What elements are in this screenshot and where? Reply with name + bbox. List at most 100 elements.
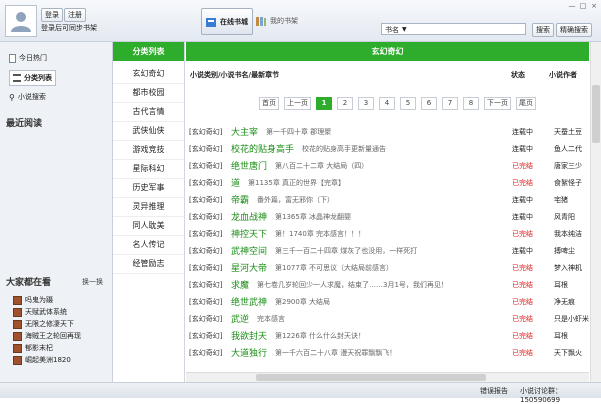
prev-page-button[interactable]: 上一页	[284, 97, 311, 110]
search-type-select[interactable]: 书名 ▼	[381, 23, 526, 35]
row-status: 已完结	[512, 349, 533, 357]
list-item[interactable]: 崛起美洲1820	[13, 354, 81, 366]
row-title[interactable]: 星河大帝	[231, 261, 267, 274]
tab-my-shelf[interactable]: 我的书架	[255, 8, 298, 33]
row-category: [玄幻奇幻]	[189, 264, 223, 272]
page-button[interactable]: 5	[400, 97, 416, 110]
table-row[interactable]: [玄幻奇幻] 大道独行 第一千六百二十八章 漫天祝罪飘飘飞！ 已完结 天下飘火	[186, 344, 589, 361]
row-chapter[interactable]: 第一千六百二十八章 漫天祝罪飘飘飞！	[275, 348, 396, 358]
page-button[interactable]: 7	[442, 97, 458, 110]
row-chapter[interactable]: 完本感言	[257, 314, 285, 324]
list-item[interactable]: 天赋武体系统	[13, 306, 81, 318]
page-button[interactable]: 4	[379, 97, 395, 110]
row-title[interactable]: 大道独行	[231, 346, 267, 359]
row-title[interactable]: 神控天下	[231, 227, 267, 240]
chevron-down-icon: ▼	[402, 26, 407, 33]
maximize-icon[interactable]: □	[578, 2, 588, 11]
row-chapter[interactable]: 第1077章 不可思议（大结局前感言）	[275, 263, 393, 273]
error-report-link[interactable]: 错误报告	[480, 386, 508, 396]
row-chapter[interactable]: 校花的贴身高手更新量通告	[302, 144, 386, 154]
category-item[interactable]: 玄幻奇幻	[113, 64, 184, 84]
row-title[interactable]: 武逆	[231, 312, 249, 325]
row-title[interactable]: 我欲封天	[231, 329, 267, 342]
list-item[interactable]: 吗鬼为蹑	[13, 294, 81, 306]
sidebar-item-hot[interactable]: 今日热门	[9, 51, 47, 65]
category-item[interactable]: 星际科幻	[113, 159, 184, 179]
row-title[interactable]: 武神空间	[231, 244, 267, 257]
category-item[interactable]: 经管励志	[113, 254, 184, 274]
table-row[interactable]: [玄幻奇幻] 绝世武神 第2900章 大结局 已完结 净无痕	[186, 293, 589, 310]
page-button[interactable]: 2	[337, 97, 353, 110]
table-row[interactable]: [玄幻奇幻] 星河大帝 第1077章 不可思议（大结局前感言） 已完结 梦入神机	[186, 259, 589, 276]
row-title[interactable]: 绝世唐门	[231, 159, 267, 172]
list-item[interactable]: 海贼王之轮回再现	[13, 330, 81, 342]
category-item[interactable]: 同人耽美	[113, 216, 184, 236]
row-chapter[interactable]: 第1135章 真正的世界【完章】	[248, 178, 345, 188]
tab-online-store[interactable]: 在线书城	[201, 8, 253, 35]
category-item[interactable]: 历史军事	[113, 178, 184, 198]
row-category: [玄幻奇幻]	[189, 298, 223, 306]
horizontal-scrollbar[interactable]	[186, 372, 589, 382]
row-status: 连载中	[512, 247, 533, 255]
sidebar-item-search[interactable]: ⚲ 小说搜索	[9, 90, 46, 104]
table-row[interactable]: [玄幻奇幻] 武神空间 第三千一百二十四章 煤灰了也没用，一样死打 连载中 搏啤尘	[186, 242, 589, 259]
table-row[interactable]: [玄幻奇幻] 校花的贴身高手 校花的贴身高手更新量通告 连载中 鱼人二代	[186, 140, 589, 157]
table-row[interactable]: [玄幻奇幻] 帝霸 番外篇，富无邪你（下） 连载中 宅猪	[186, 191, 589, 208]
row-author: 唐家三少	[554, 162, 582, 170]
list-item[interactable]: 郁影末杞	[13, 342, 81, 354]
user-avatar[interactable]	[5, 5, 37, 37]
row-title[interactable]: 帝霸	[231, 193, 249, 206]
row-chapter[interactable]: 第1365章 冰晶神龙翻婴	[275, 212, 351, 222]
table-row[interactable]: [玄幻奇幻] 求魔 第七卷几岁轮回少一人求魔，结束了……3月1号，我们再见！ 已完结 耳…	[186, 276, 589, 293]
row-chapter[interactable]: 第七卷几岁轮回少一人求魔，结束了……3月1号，我们再见！	[257, 280, 448, 290]
category-item[interactable]: 武侠仙侠	[113, 121, 184, 141]
next-page-button[interactable]: 下一页	[484, 97, 511, 110]
login-button[interactable]: 登录	[41, 8, 63, 22]
row-title[interactable]: 校花的贴身高手	[231, 142, 294, 155]
scroll-thumb[interactable]	[256, 374, 486, 381]
table-row[interactable]: [玄幻奇幻] 我欲封天 第1226章 什么什么封天诀！ 已完结 耳根	[186, 327, 589, 344]
list-item[interactable]: 无限之修凄天下	[13, 318, 81, 330]
table-row[interactable]: [玄幻奇幻] 武逆 完本感言 已完结 只是小虾米	[186, 310, 589, 327]
category-item[interactable]: 游戏竞技	[113, 140, 184, 160]
minimize-icon[interactable]: —	[567, 2, 577, 11]
category-item[interactable]: 名人传记	[113, 235, 184, 255]
category-item[interactable]: 都市校园	[113, 83, 184, 103]
sidebar-item-categories[interactable]: 分类列表	[9, 70, 56, 86]
row-title[interactable]: 求魔	[231, 278, 249, 291]
table-row[interactable]: [玄幻奇幻] 道第1135章 真正的世界【完章】 已完结 食絮怪子	[186, 174, 589, 191]
row-title[interactable]: 道	[231, 176, 240, 189]
close-icon[interactable]: ×	[589, 2, 599, 11]
row-title[interactable]: 绝世武神	[231, 295, 267, 308]
table-row[interactable]: [玄幻奇幻] 神控天下 第！1740章 完本感言！！！ 已完结 我本纯洁	[186, 225, 589, 242]
page-button[interactable]: 8	[463, 97, 479, 110]
row-chapter[interactable]: 第！1740章 完本感言！！！	[275, 229, 365, 239]
sidebar-item-search-label: 小说搜索	[17, 93, 46, 101]
register-button[interactable]: 注册	[64, 8, 86, 22]
column-header-status: 状态	[511, 71, 525, 79]
search-button[interactable]: 搜索	[532, 23, 554, 37]
row-chapter[interactable]: 番外篇，富无邪你（下）	[257, 195, 334, 205]
row-chapter[interactable]: 第一千四十章 郡理聚	[266, 127, 331, 137]
precise-search-button[interactable]: 精确搜索	[556, 23, 592, 37]
page-button[interactable]: 6	[421, 97, 437, 110]
refresh-button[interactable]: 换一换	[82, 277, 103, 287]
row-chapter[interactable]: 第2900章 大结局	[275, 297, 330, 307]
row-chapter[interactable]: 第三千一百二十四章 煤灰了也没用，一样死打	[275, 246, 417, 256]
row-chapter[interactable]: 第八百二十二章 大结局（四）	[275, 161, 368, 171]
row-category: [玄幻奇幻]	[189, 332, 223, 340]
table-row[interactable]: [玄幻奇幻] 龙血战神 第1365章 冰晶神龙翻婴 连载中 风青阳	[186, 208, 589, 225]
scroll-thumb[interactable]	[592, 85, 600, 143]
last-page-button[interactable]: 尾页	[516, 97, 536, 110]
vertical-scrollbar[interactable]	[590, 42, 601, 382]
table-row[interactable]: [玄幻奇幻] 大主宰 第一千四十章 郡理聚 连载中 天蚕土豆	[186, 123, 589, 140]
category-item[interactable]: 古代言情	[113, 102, 184, 122]
first-page-button[interactable]: 首页	[259, 97, 279, 110]
row-chapter[interactable]: 第1226章 什么什么封天诀！	[275, 331, 365, 341]
row-title[interactable]: 龙血战神	[231, 210, 267, 223]
category-item[interactable]: 灵异推理	[113, 197, 184, 217]
table-row[interactable]: [玄幻奇幻] 绝世唐门 第八百二十二章 大结局（四） 已完结 唐家三少	[186, 157, 589, 174]
page-button[interactable]: 1	[316, 97, 332, 110]
page-button[interactable]: 3	[358, 97, 374, 110]
row-title[interactable]: 大主宰	[231, 125, 258, 138]
